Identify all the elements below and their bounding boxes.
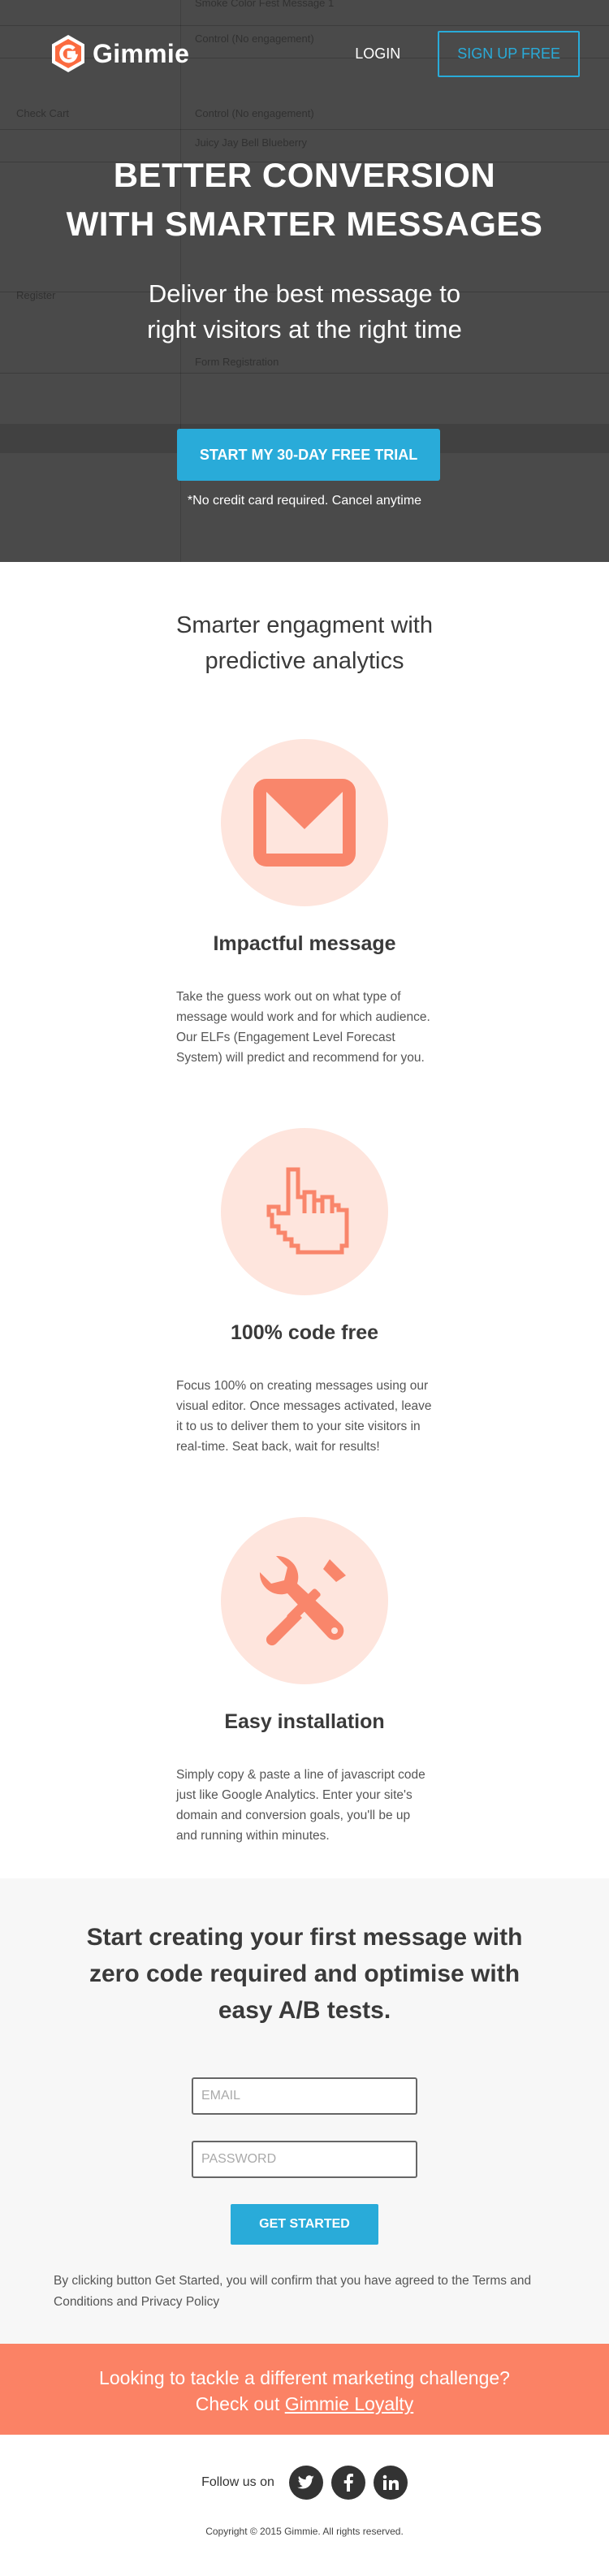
copyright-text: Copyright © 2015 Gimmie. All rights rese… <box>205 2526 404 2537</box>
background-label: Register <box>16 289 56 301</box>
terms-text: By clicking button Get Started, you will… <box>54 2274 532 2309</box>
follow-label: Follow us on <box>201 2475 274 2489</box>
background-label: Control (No engagement) <box>195 107 314 119</box>
features-section: Smarter engagment with predictive analyt… <box>0 562 609 1878</box>
brand-name: Gimmie <box>93 38 190 68</box>
free-trial-button[interactable]: START MY 30-DAY FREE TRIAL <box>177 429 440 481</box>
feature-title: 100% code free <box>230 1321 379 1344</box>
background-label: Form Registration <box>195 356 279 368</box>
hero-subtitle: Deliver the best message to right visito… <box>147 279 462 344</box>
features-title: Smarter engagment with predictive analyt… <box>176 612 433 674</box>
facebook-icon[interactable] <box>330 2466 365 2500</box>
linkedin-icon[interactable] <box>373 2466 408 2500</box>
password-field[interactable] <box>192 2141 417 2178</box>
feature-item: 100% code free Focus 100% on creating me… <box>0 1128 609 1457</box>
feature-title: Easy installation <box>224 1710 385 1733</box>
background-label: Check Cart <box>16 107 70 119</box>
top-nav: Gimmie LOGIN SIGN UP FREE <box>50 29 580 78</box>
hero-title: BETTER CONVERSION WITH SMARTER MESSAGES <box>0 151 609 249</box>
feature-icon-circle <box>221 1128 388 1295</box>
login-link[interactable]: LOGIN <box>355 45 400 63</box>
feature-item: Impactful message Take the guess work ou… <box>0 739 609 1068</box>
loyalty-headline: Looking to tackle a different marketing … <box>99 2367 510 2388</box>
get-started-button[interactable]: GET STARTED <box>231 2204 378 2245</box>
email-field[interactable] <box>192 2077 417 2115</box>
feature-item: Easy installation Simply copy & paste a … <box>0 1517 609 1846</box>
feature-description: Take the guess work out on what type of … <box>176 990 430 1065</box>
feature-icon-circle <box>221 1517 388 1684</box>
pointer-hand-icon <box>266 1167 349 1255</box>
background-label: Juicy Jay Bell Blueberry <box>195 136 307 149</box>
feature-description: Focus 100% on creating messages using ou… <box>176 1379 432 1454</box>
loyalty-cta-line: Check out Gimmie Loyalty <box>0 2391 609 2417</box>
footer: Follow us on Copyright © 2015 Gimmie. Al… <box>0 2435 609 2576</box>
brand-logo[interactable]: Gimmie <box>50 34 189 73</box>
feature-icon-circle <box>221 739 388 906</box>
background-label: Smoke Color Fest Message 1 <box>195 0 335 9</box>
loyalty-cta-prefix: Check out <box>195 2393 285 2414</box>
feature-title: Impactful message <box>213 932 396 955</box>
no-credit-card-note: *No credit card required. Cancel anytime <box>187 494 422 508</box>
nav-actions: LOGIN SIGN UP FREE <box>355 30 580 77</box>
feature-description: Simply copy & paste a line of javascript… <box>176 1768 425 1843</box>
twitter-icon[interactable] <box>288 2466 323 2500</box>
hero-section: Smoke Color Fest Message 1 Control (No e… <box>0 0 609 562</box>
tools-icon <box>259 1555 346 1646</box>
gimmie-logo-icon <box>52 35 84 72</box>
social-follow: Follow us on <box>201 2466 408 2500</box>
hero-title-line: BETTER CONVERSION <box>113 156 496 194</box>
signup-section: Start creating your first message with z… <box>0 1878 609 2344</box>
signup-free-button[interactable]: SIGN UP FREE <box>438 30 580 77</box>
loyalty-banner: Looking to tackle a different marketing … <box>0 2344 609 2435</box>
envelope-icon <box>253 779 356 867</box>
gimmie-loyalty-link[interactable]: Gimmie Loyalty <box>285 2393 413 2414</box>
hero-title-line: WITH SMARTER MESSAGES <box>66 205 543 243</box>
signup-title: Start creating your first message with z… <box>86 1924 523 2024</box>
